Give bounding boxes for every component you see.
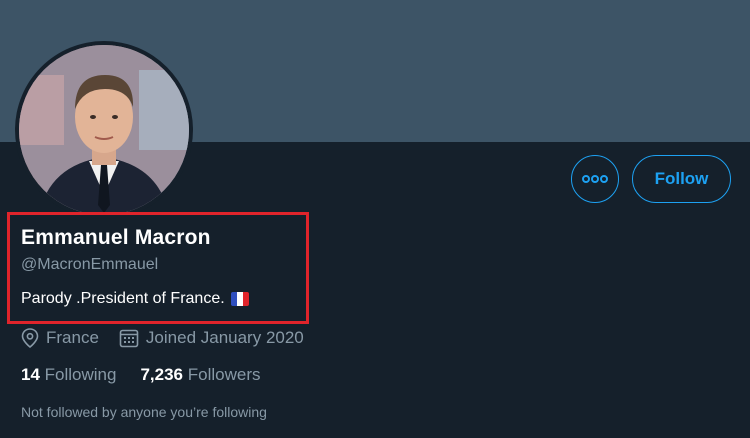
more-options-button[interactable] [571, 155, 619, 203]
join-date-text: Joined January 2020 [145, 328, 304, 347]
ellipsis-icon [582, 175, 608, 183]
profile-meta: France Joined January 2020 [21, 328, 324, 348]
avatar[interactable] [15, 41, 193, 219]
followers-link[interactable]: 7,236 Followers [140, 365, 260, 385]
profile-handle: @MacronEmmauel [21, 256, 159, 273]
profile-name: Emmanuel Macron [21, 226, 211, 249]
location: France [21, 328, 99, 348]
follow-button[interactable]: Follow [632, 155, 731, 203]
calendar-icon [119, 329, 139, 348]
join-date: Joined January 2020 [119, 328, 304, 348]
follow-counts: 14 Following 7,236 Followers [21, 365, 285, 385]
followers-count: 7,236 [140, 365, 184, 384]
location-pin-icon [21, 328, 39, 348]
following-count: 14 [21, 365, 40, 384]
location-text: France [46, 328, 99, 347]
mutual-followers-note: Not followed by anyone you’re following [21, 404, 267, 420]
bio-text: Parody .President of France. [21, 290, 225, 307]
france-flag-icon [230, 292, 249, 306]
following-link[interactable]: 14 Following [21, 365, 116, 385]
followers-label: Followers [187, 365, 261, 384]
following-label: Following [44, 365, 117, 384]
avatar-photo [19, 45, 189, 215]
profile-bio: Parody .President of France. [21, 290, 249, 308]
